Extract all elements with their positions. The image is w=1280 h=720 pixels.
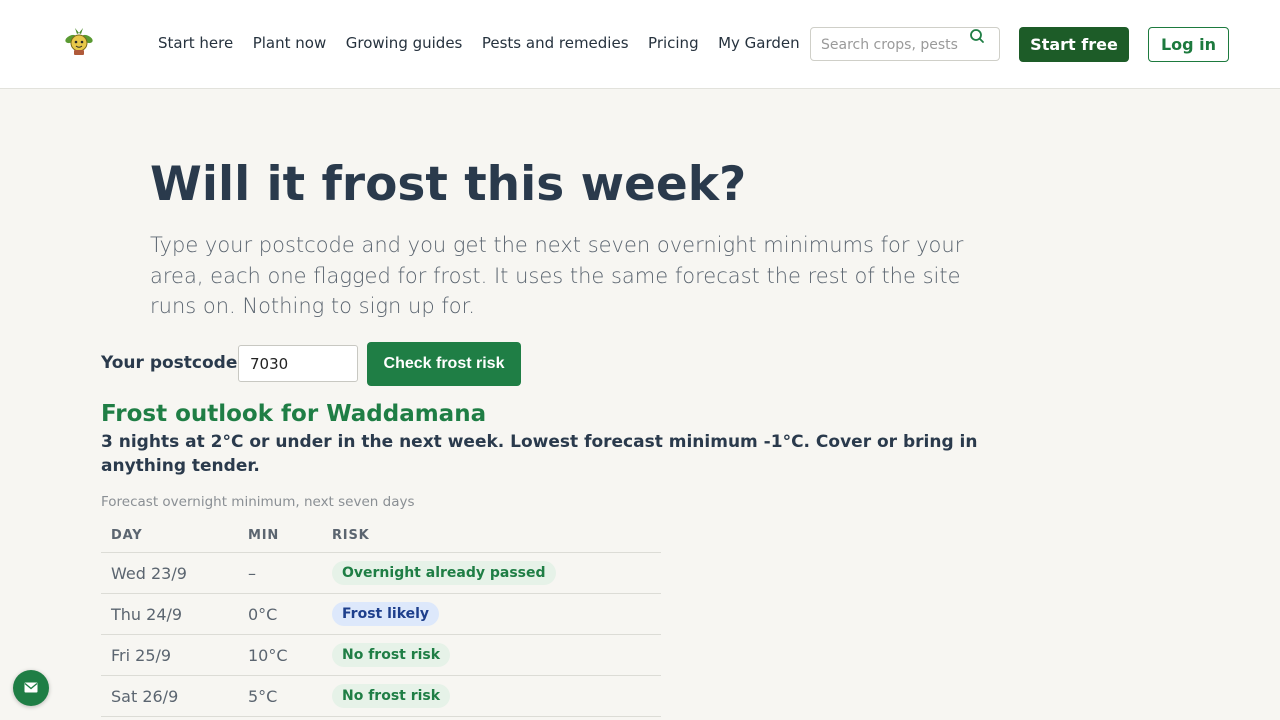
row-day: Sat 26/9 bbox=[111, 687, 179, 706]
table-header: DAY MIN RISK bbox=[101, 520, 661, 553]
forecast-table-caption: Forecast overnight minimum, next seven d… bbox=[101, 494, 415, 510]
risk-badge: Frost likely bbox=[332, 602, 440, 626]
table-row: Thu 24/9 0°C Frost likely bbox=[101, 594, 661, 635]
row-min-temp: 0°C bbox=[248, 605, 278, 624]
table-row: Wed 23/9 – Overnight already passed bbox=[101, 553, 661, 594]
nav-link-pricing[interactable]: Pricing bbox=[648, 33, 699, 53]
column-header-min: MIN bbox=[248, 528, 280, 543]
search-input[interactable] bbox=[821, 35, 969, 55]
page-title: Will it frost this week? bbox=[150, 157, 747, 212]
table-row: Sat 26/9 5°C No frost risk bbox=[101, 676, 661, 717]
check-frost-risk-button[interactable]: Check frost risk bbox=[367, 342, 521, 386]
postcode-input[interactable] bbox=[238, 345, 358, 382]
column-header-day: DAY bbox=[111, 528, 143, 543]
nav-link-pests-and-remedies[interactable]: Pests and remedies bbox=[482, 33, 629, 53]
row-min-temp: – bbox=[248, 564, 256, 583]
nav-link-growing-guides[interactable]: Growing guides bbox=[346, 33, 463, 53]
table-row: Fri 25/9 10°C No frost risk bbox=[101, 635, 661, 676]
search-icon[interactable] bbox=[967, 27, 987, 47]
start-free-button[interactable]: Start free bbox=[1019, 27, 1129, 62]
nav-link-my-garden[interactable]: My Garden bbox=[718, 33, 800, 53]
log-in-button[interactable]: Log in bbox=[1148, 27, 1229, 62]
row-min-temp: 10°C bbox=[248, 646, 288, 665]
frost-outlook-title: Frost outlook for Waddamana bbox=[101, 401, 487, 427]
nav-link-plant-now[interactable]: Plant now bbox=[253, 33, 327, 53]
postcode-label: Your postcode bbox=[101, 353, 238, 373]
risk-badge: Overnight already passed bbox=[332, 561, 556, 585]
chat-widget-button[interactable] bbox=[13, 670, 49, 706]
seedling-face-logo-icon[interactable] bbox=[64, 27, 94, 57]
row-day: Fri 25/9 bbox=[111, 646, 172, 665]
risk-badge: No frost risk bbox=[332, 643, 451, 667]
column-header-risk: RISK bbox=[332, 528, 370, 543]
envelope-icon bbox=[24, 682, 38, 693]
risk-badge: No frost risk bbox=[332, 684, 451, 708]
page-intro: Type your postcode and you get the next … bbox=[150, 233, 964, 318]
row-min-temp: 5°C bbox=[248, 687, 278, 706]
main-navigation: Start here Plant now Growing guides Pest… bbox=[158, 33, 819, 53]
frost-outlook-summary: 3 nights at 2°C or under in the next wee… bbox=[101, 432, 978, 476]
row-day: Wed 23/9 bbox=[111, 564, 187, 583]
top-navigation-bar: Start here Plant now Growing guides Pest… bbox=[0, 0, 1280, 89]
row-day: Thu 24/9 bbox=[111, 605, 183, 624]
nav-link-start-here[interactable]: Start here bbox=[158, 33, 233, 53]
frost-forecast-table: DAY MIN RISK Wed 23/9 – Overnight alread… bbox=[101, 520, 661, 717]
